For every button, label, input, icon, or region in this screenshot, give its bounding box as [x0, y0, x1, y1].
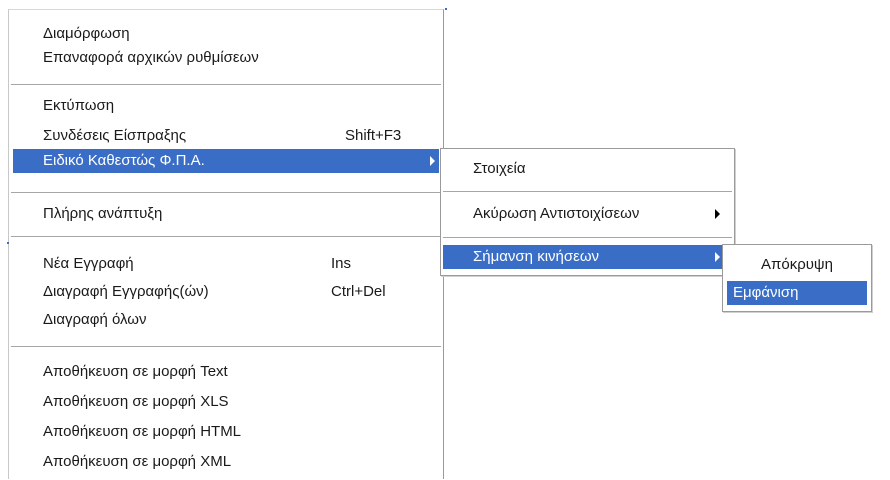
submenu-transaction-marking: Απόκρυψη Εμφάνιση: [722, 244, 872, 312]
border-dot: [445, 8, 447, 10]
menu-item-label: Συνδέσεις Είσπραξης: [43, 127, 187, 144]
menu-item-reset-defaults[interactable]: Επαναφορά αρχικών ρυθμίσεων: [9, 46, 443, 70]
menu-item-full-expand[interactable]: Πλήρης ανάπτυξη: [9, 202, 443, 226]
menu-item-special-vat-regime[interactable]: Ειδικό Καθεστώς Φ.Π.Α.: [13, 149, 439, 173]
menu-item-label: Απόκρυψη: [761, 256, 833, 273]
submenu-arrow-icon: [715, 209, 720, 219]
menu-item-collection-links[interactable]: Συνδέσεις Είσπραξης Shift+F3: [9, 124, 443, 148]
submenu-arrow-icon: [430, 156, 435, 166]
submenu-item-show[interactable]: Εμφάνιση: [727, 281, 867, 305]
menu-item-shortcut: Shift+F3: [345, 127, 402, 144]
menu-item-label: Διαγραφή Εγγραφής(ών): [43, 283, 209, 300]
menu-item-label: Ειδικό Καθεστώς Φ.Π.Α.: [43, 152, 205, 169]
submenu-item-hide[interactable]: Απόκρυψη: [723, 253, 871, 277]
menu-item-label: Αποθήκευση σε μορφή HTML: [43, 423, 242, 440]
menu-item-label: Ακύρωση Αντιστοιχίσεων: [473, 205, 640, 222]
menu-item-delete-records[interactable]: Διαγραφή Εγγραφής(ών) Ctrl+Del: [9, 280, 443, 304]
context-menu: Διαμόρφωση Επαναφορά αρχικών ρυθμίσεων Ε…: [8, 9, 444, 479]
menu-item-label: Αποθήκευση σε μορφή Text: [43, 363, 228, 380]
submenu-arrow-icon: [715, 252, 720, 262]
menu-item-save-html[interactable]: Αποθήκευση σε μορφή HTML: [9, 420, 443, 444]
menu-item-label: Στοιχεία: [473, 160, 526, 177]
menu-item-label: Επαναφορά αρχικών ρυθμίσεων: [43, 49, 259, 66]
menu-item-new-record[interactable]: Νέα Εγγραφή Ins: [9, 252, 443, 276]
menu-separator: [11, 236, 441, 238]
submenu-item-cancel-matchings[interactable]: Ακύρωση Αντιστοιχίσεων: [441, 202, 734, 226]
menu-item-label: Εκτύπωση: [43, 97, 115, 114]
menu-item-shortcut: Ctrl+Del: [331, 283, 386, 300]
menu-separator: [443, 237, 732, 239]
menu-item-shortcut: Ins: [331, 255, 352, 272]
menu-item-label: Διαμόρφωση: [43, 25, 130, 42]
menu-item-configuration[interactable]: Διαμόρφωση: [9, 22, 443, 46]
menu-item-save-xml[interactable]: Αποθήκευση σε μορφή XML: [9, 450, 443, 474]
menu-item-label: Διαγραφή όλων: [43, 311, 147, 328]
border-dot: [7, 242, 9, 244]
menu-item-label: Εμφάνιση: [733, 284, 799, 301]
menu-item-label: Πλήρης ανάπτυξη: [43, 205, 163, 222]
menu-item-label: Αποθήκευση σε μορφή XLS: [43, 393, 229, 410]
menu-item-delete-all[interactable]: Διαγραφή όλων: [9, 308, 443, 332]
submenu-special-vat: Στοιχεία Ακύρωση Αντιστοιχίσεων Σήμανση …: [440, 148, 735, 276]
menu-item-save-text[interactable]: Αποθήκευση σε μορφή Text: [9, 360, 443, 384]
menu-separator: [443, 191, 732, 193]
menu-item-save-xls[interactable]: Αποθήκευση σε μορφή XLS: [9, 390, 443, 414]
menu-item-print[interactable]: Εκτύπωση: [9, 94, 443, 118]
menu-separator: [11, 346, 441, 348]
menu-item-label: Νέα Εγγραφή: [43, 255, 134, 272]
menu-separator: [11, 192, 441, 194]
menu-item-label: Σήμανση κινήσεων: [473, 248, 600, 265]
submenu-item-transaction-marking[interactable]: Σήμανση κινήσεων: [443, 245, 730, 269]
menu-separator: [11, 84, 441, 86]
menu-item-label: Αποθήκευση σε μορφή XML: [43, 453, 232, 470]
submenu-item-details[interactable]: Στοιχεία: [441, 157, 734, 181]
